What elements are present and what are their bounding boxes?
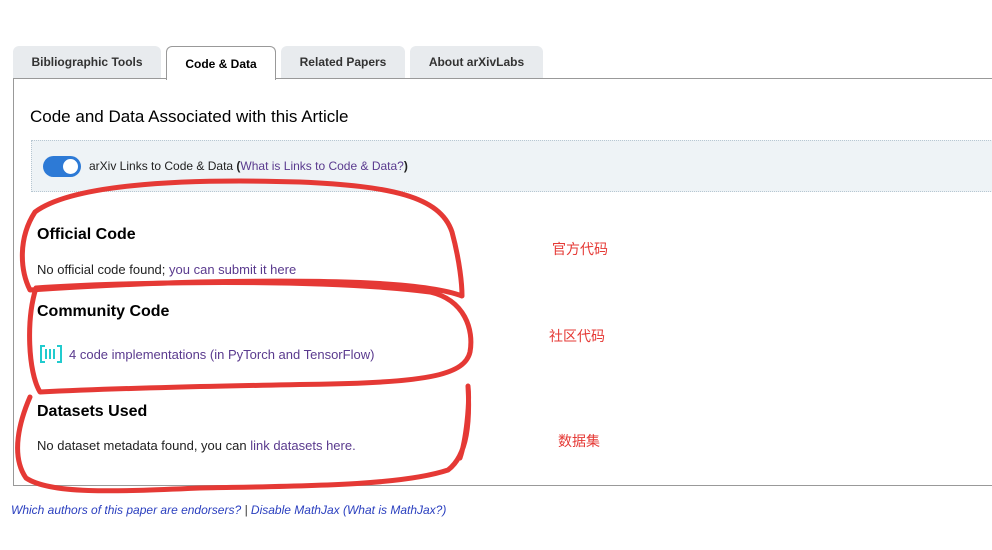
toggle-knob [63, 159, 78, 174]
code-data-panel: Code and Data Associated with this Artic… [13, 78, 992, 486]
link-datasets-link[interactable]: link datasets here. [250, 438, 356, 453]
official-code-heading: Official Code [37, 226, 136, 243]
disable-mathjax-link[interactable]: Disable MathJax [251, 503, 340, 517]
papers-with-code-icon [40, 345, 62, 363]
links-toggle-box: arXiv Links to Code & Data (What is Link… [31, 140, 992, 192]
datasets-message: No dataset metadata found, you can [37, 438, 251, 453]
tab-bibliographic-tools[interactable]: Bibliographic Tools [13, 46, 161, 78]
panel-title: Code and Data Associated with this Artic… [30, 107, 349, 126]
page: Bibliographic Tools Code & Data Related … [0, 0, 992, 550]
close-paren: ) [403, 159, 408, 173]
annotation-official-code: 官方代码 [552, 242, 608, 258]
annotation-datasets: 数据集 [558, 434, 600, 450]
official-code-text: No official code found; you can submit i… [37, 262, 296, 277]
endorsers-link[interactable]: Which authors of this paper are endorser… [11, 503, 241, 517]
tab-about-arxivlabs[interactable]: About arXivLabs [410, 46, 543, 78]
toggle-label-text: arXiv Links to Code & Data [89, 159, 234, 173]
annotation-community-code: 社区代码 [549, 329, 605, 345]
code-implementations-link[interactable]: 4 code implementations (in PyTorch and T… [69, 347, 374, 362]
footer-links: Which authors of this paper are endorser… [11, 503, 446, 517]
what-is-links-link[interactable]: What is Links to Code & Data? [240, 159, 403, 173]
submit-code-link[interactable]: you can submit it here [169, 262, 296, 277]
tab-related-papers[interactable]: Related Papers [281, 46, 405, 78]
community-code-heading: Community Code [37, 303, 170, 320]
footer-separator: | [241, 503, 251, 517]
what-is-mathjax-link[interactable]: (What is MathJax?) [343, 503, 446, 517]
datasets-used-heading: Datasets Used [37, 403, 148, 420]
tab-code-and-data[interactable]: Code & Data [166, 46, 276, 80]
links-toggle-switch[interactable] [43, 156, 81, 177]
toggle-label: arXiv Links to Code & Data (What is Link… [89, 159, 408, 173]
official-code-message: No official code found; [37, 262, 170, 277]
datasets-text: No dataset metadata found, you can link … [37, 438, 356, 453]
